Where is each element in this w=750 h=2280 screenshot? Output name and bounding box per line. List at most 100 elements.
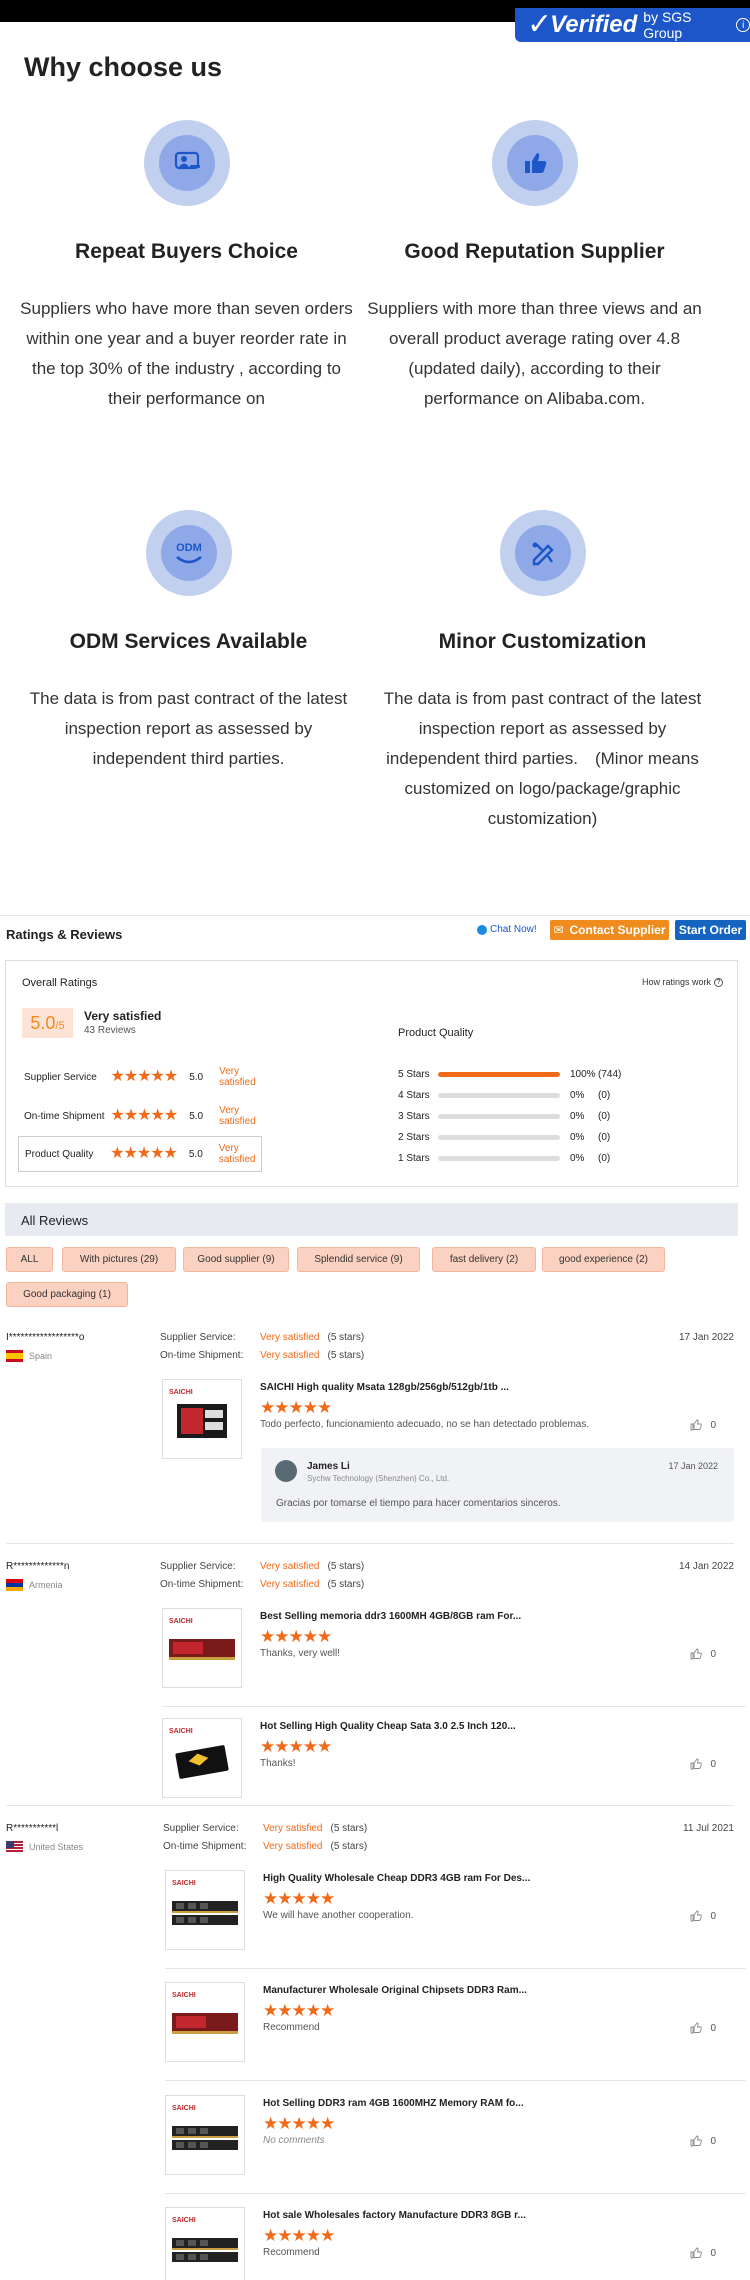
thumb-brand-text: SAICHI <box>169 1618 193 1625</box>
star-bar-count: (0) <box>598 1131 611 1143</box>
star-bar-percent: 0% <box>570 1110 585 1122</box>
rating-row-label: Product Quality <box>25 1148 94 1160</box>
star-bar-percent: 0% <box>570 1131 585 1143</box>
thumbs-up-icon <box>690 2247 703 2259</box>
rating-row-value: 5.0 <box>188 1148 203 1160</box>
review-comment: Recommend <box>263 2247 320 2258</box>
star-bar-row: 4 Stars 0% (0) <box>398 1088 610 1102</box>
flag-icon <box>6 1841 23 1853</box>
supplier-reply: James Li Sychw Technology (Shenzhen) Co.… <box>261 1448 734 1522</box>
why-choose-us-title: Why choose us <box>24 52 223 82</box>
contact-supplier-button[interactable]: ✉ Contact Supplier <box>550 920 669 940</box>
thumbs-up-icon <box>690 1419 703 1431</box>
thumb-brand-text: SAICHI <box>172 1880 196 1887</box>
meta-value: Very satisfied <box>263 1823 323 1834</box>
score-value: 5.0 <box>30 1013 56 1033</box>
meta-stars: (5 stars) <box>327 1579 365 1590</box>
helpful-button[interactable]: 0 <box>690 1419 716 1431</box>
review-divider <box>6 1805 734 1806</box>
product-thumbnail[interactable]: SAICHI <box>165 2207 245 2280</box>
filter-chip[interactable]: ALL <box>6 1247 53 1272</box>
product-thumbnail[interactable]: SAICHI <box>162 1379 242 1459</box>
feature-repeat-buyers: Repeat Buyers Choice Suppliers who have … <box>14 120 359 414</box>
filter-chip[interactable]: Splendid service (9) <box>297 1247 420 1272</box>
thumb-brand-text: SAICHI <box>169 1389 193 1396</box>
score-label: Very satisfied <box>84 1009 162 1023</box>
reviewer-name: R*************n <box>6 1561 70 1572</box>
feature-title: Repeat Buyers Choice <box>75 240 298 263</box>
helpful-count: 0 <box>710 1758 716 1770</box>
start-order-button[interactable]: Start Order <box>675 920 746 940</box>
chat-now-link[interactable]: Chat Now! <box>477 924 537 935</box>
helpful-button[interactable]: 0 <box>690 1758 716 1770</box>
product-thumbnail[interactable]: SAICHI <box>165 2095 245 2175</box>
meta-value: Very satisfied <box>260 1579 320 1590</box>
thumbs-up-icon <box>690 2135 703 2147</box>
sgs-verified-badge[interactable]: ✓ Verified by SGS Group i <box>515 8 750 42</box>
product-title-link[interactable]: Hot Selling DDR3 ram 4GB 1600MHZ Memory … <box>263 2098 524 2109</box>
helpful-button[interactable]: 0 <box>690 2247 716 2259</box>
product-title-link[interactable]: Hot sale Wholesales factory Manufacture … <box>263 2210 526 2221</box>
question-icon: ? <box>714 977 723 987</box>
filter-chip[interactable]: Good supplier (9) <box>183 1247 289 1272</box>
product-title-link[interactable]: Best Selling memoria ddr3 1600MH 4GB/8GB… <box>260 1611 521 1622</box>
product-title-link[interactable]: SAICHI High quality Msata 128gb/256gb/51… <box>260 1382 509 1393</box>
star-bar-fill <box>438 1071 560 1077</box>
filter-chip[interactable]: Good packaging (1) <box>6 1282 128 1307</box>
overall-score: 5.0 /5 <box>22 1008 73 1038</box>
product-thumbnail[interactable]: SAICHI <box>162 1608 242 1688</box>
review-comment: Thanks, very well! <box>260 1648 341 1659</box>
five-stars-icon: ★★★★★ <box>263 2001 335 2020</box>
helpful-button[interactable]: 0 <box>690 1648 716 1660</box>
info-icon[interactable]: i <box>736 18 750 32</box>
product-title-link[interactable]: High Quality Wholesale Cheap DDR3 4GB ra… <box>263 1873 530 1884</box>
meta-stars: (5 stars) <box>330 1841 368 1852</box>
product-title-link[interactable]: Hot Selling High Quality Cheap Sata 3.0 … <box>260 1721 516 1732</box>
item-divider <box>165 1968 746 1969</box>
mail-icon: ✉ <box>553 923 564 937</box>
helpful-count: 0 <box>710 1648 716 1660</box>
meta-value: Very satisfied <box>260 1332 320 1343</box>
filter-chip[interactable]: fast delivery (2) <box>432 1247 536 1272</box>
rating-row-value: 5.0 <box>189 1110 204 1122</box>
section-divider <box>0 915 750 916</box>
meta-stars: (5 stars) <box>327 1332 365 1343</box>
star-bar-count: (744) <box>598 1068 622 1080</box>
star-bar-label: 4 Stars <box>398 1089 430 1101</box>
review-comment: Thanks! <box>260 1758 296 1769</box>
rating-row-product-quality[interactable]: Product Quality ★★★★★ 5.0 Very satisfied <box>18 1136 262 1172</box>
five-stars-icon: ★★★★★ <box>263 2226 335 2245</box>
meta-label: On-time Shipment: <box>160 1579 244 1590</box>
reply-company: Sychw Technology (Shenzhen) Co., Ltd. <box>307 1474 450 1483</box>
review-comment: Todo perfecto, funcionamiento adecuado, … <box>260 1419 590 1430</box>
product-thumbnail[interactable]: SAICHI <box>162 1718 242 1798</box>
review-meta-ontime-shipment: On-time Shipment: Very satisfied (5 stars) <box>160 1579 364 1590</box>
star-bar-row: 1 Stars 0% (0) <box>398 1151 610 1165</box>
feature-text: The data is from past contract of the la… <box>383 689 702 828</box>
star-bar-count: (0) <box>598 1089 611 1101</box>
product-thumbnail[interactable]: SAICHI <box>165 1982 245 2062</box>
star-bar-row: 3 Stars 0% (0) <box>398 1109 610 1123</box>
feature-title: Good Reputation Supplier <box>404 240 665 263</box>
thumbs-up-icon <box>690 1910 703 1922</box>
sgs-verified-text: Verified <box>550 11 638 38</box>
reply-date: 17 Jan 2022 <box>668 1461 718 1471</box>
helpful-button[interactable]: 0 <box>690 1910 716 1922</box>
helpful-button[interactable]: 0 <box>690 2022 716 2034</box>
rating-row-value: 5.0 <box>189 1071 204 1083</box>
country-name: Armenia <box>29 1580 63 1590</box>
product-title-link[interactable]: Manufacturer Wholesale Original Chipsets… <box>263 1985 527 1996</box>
filter-chip[interactable]: With pictures (29) <box>62 1247 176 1272</box>
thumbs-up-icon <box>690 1648 703 1660</box>
filter-chip[interactable]: good experience (2) <box>542 1247 665 1272</box>
helpful-button[interactable]: 0 <box>690 2135 716 2147</box>
product-thumbnail[interactable]: SAICHI <box>165 1870 245 1950</box>
item-divider <box>165 2193 746 2194</box>
country-name: Spain <box>29 1351 53 1361</box>
how-ratings-work-link[interactable]: How ratings work ? <box>642 977 723 987</box>
reviewer-country: Spain <box>6 1350 52 1362</box>
review-comment: We will have another cooperation. <box>263 1910 414 1921</box>
meta-stars: (5 stars) <box>330 1823 368 1834</box>
review-divider <box>6 1543 734 1544</box>
feature-icon-bg: ODM <box>145 510 232 596</box>
